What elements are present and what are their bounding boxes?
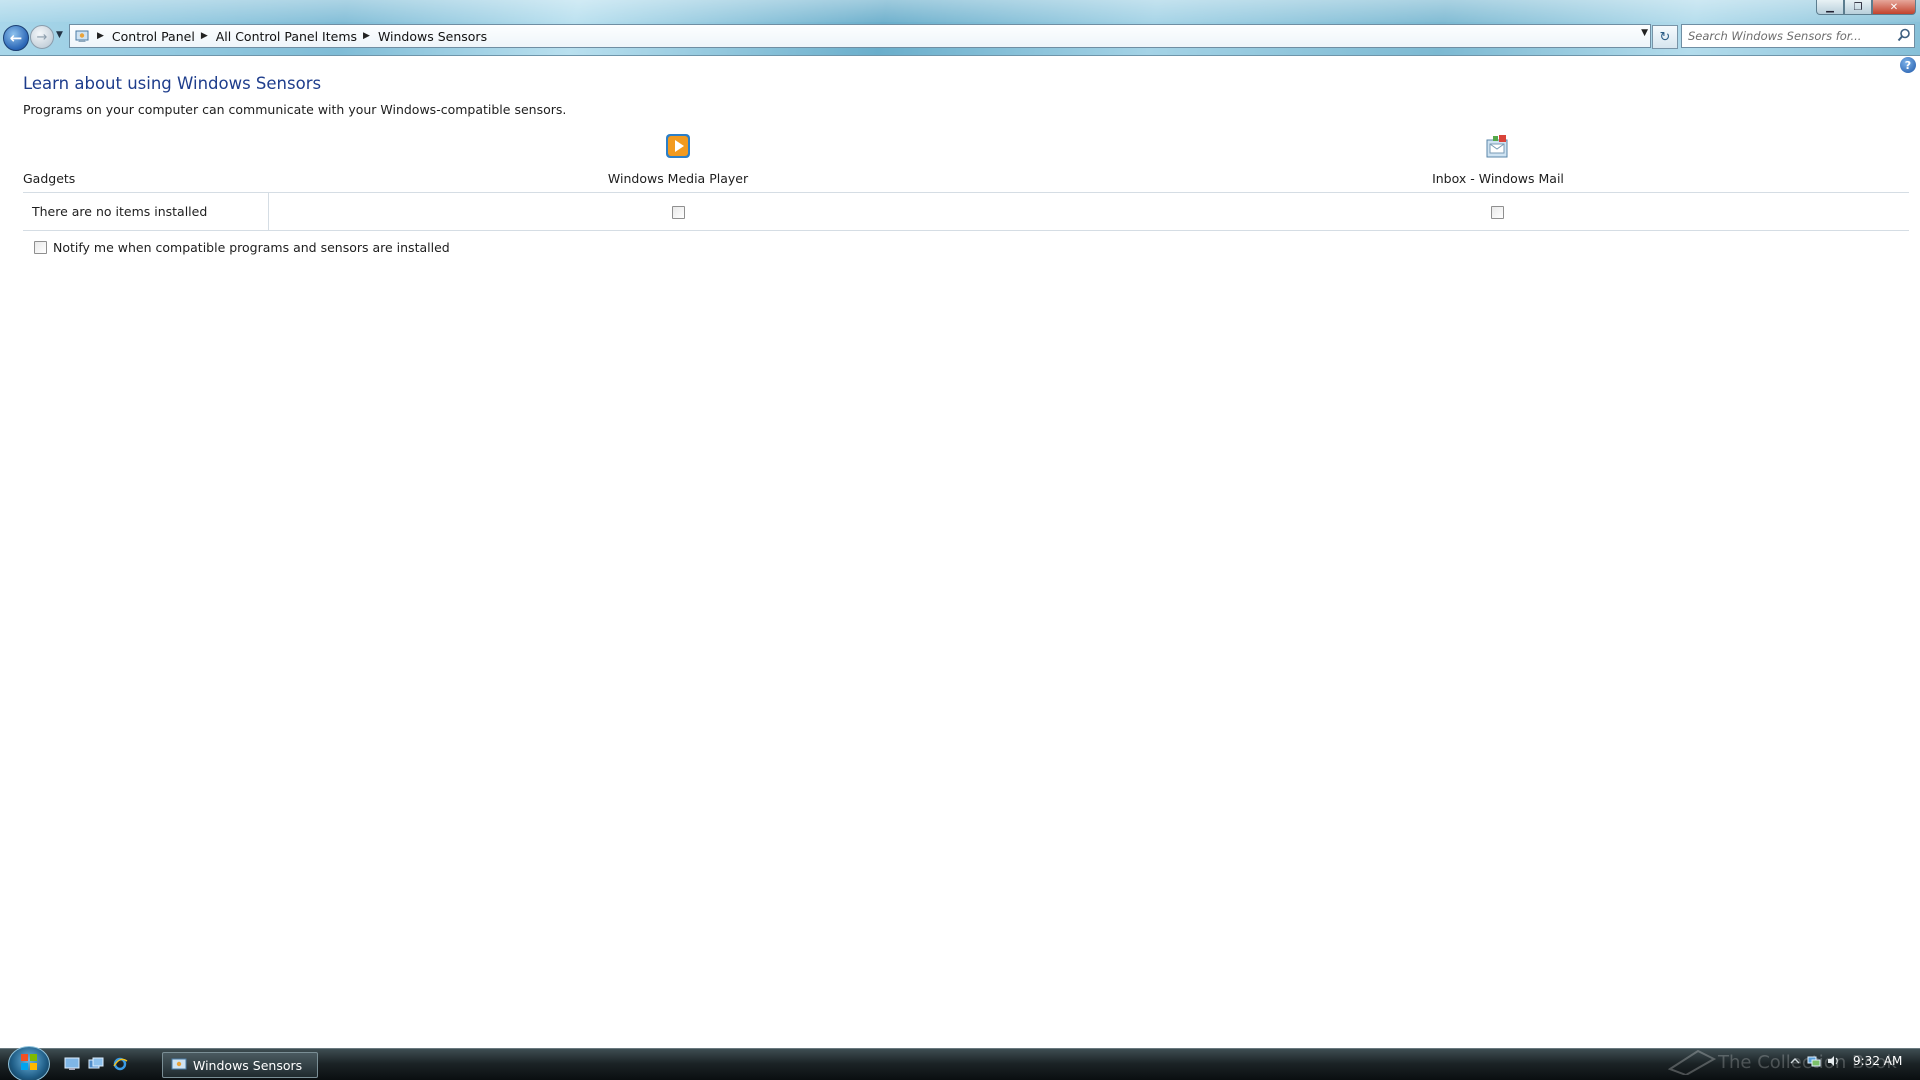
breadcrumb-all-control-panel-items[interactable]: All Control Panel Items [216, 29, 357, 44]
notify-checkbox[interactable] [34, 241, 47, 254]
back-button[interactable]: ← [3, 25, 29, 51]
notify-label[interactable]: Notify me when compatible programs and s… [53, 240, 450, 255]
search-icon[interactable] [1897, 28, 1911, 42]
show-hidden-icons-icon[interactable] [1788, 1054, 1802, 1068]
system-tray: 9:32 AM [1788, 1054, 1902, 1068]
minimize-button[interactable]: ▁ [1816, 0, 1844, 15]
back-arrow-icon: ← [9, 29, 23, 47]
forward-button[interactable]: → [30, 25, 54, 49]
program-name-windows-mail: Inbox - Windows Mail [1432, 171, 1564, 186]
table-divider [23, 192, 1909, 193]
search-box[interactable] [1681, 24, 1915, 48]
page-title: Learn about using Windows Sensors [23, 74, 322, 93]
breadcrumb-control-panel[interactable]: Control Panel [112, 29, 195, 44]
media-player-icon [664, 132, 692, 160]
switch-windows-icon[interactable] [88, 1057, 104, 1071]
internet-explorer-icon[interactable] [112, 1057, 128, 1071]
program-name-media-player: Windows Media Player [607, 171, 749, 186]
volume-icon[interactable] [1826, 1054, 1840, 1068]
control-panel-icon [171, 1058, 187, 1072]
windows-logo-icon [19, 1052, 39, 1076]
clock[interactable]: 9:32 AM [1853, 1054, 1902, 1068]
address-dropdown-icon[interactable]: ▼ [1641, 28, 1648, 38]
address-bar[interactable]: ▶ Control Panel ▶ All Control Panel Item… [69, 24, 1651, 48]
show-desktop-icon[interactable] [64, 1057, 80, 1071]
forward-arrow-icon: → [36, 29, 48, 45]
notify-option[interactable]: Notify me when compatible programs and s… [34, 240, 450, 255]
close-button[interactable]: ✕ [1872, 0, 1916, 15]
windows-mail-icon [1483, 132, 1511, 160]
watermark-book-icon [1667, 1045, 1718, 1080]
title-bar-sheen [0, 0, 1920, 22]
network-icon[interactable] [1807, 1054, 1821, 1068]
table-divider [23, 230, 1909, 231]
breadcrumb-windows-sensors[interactable]: Windows Sensors [378, 29, 487, 44]
windows-mail-sensor-checkbox[interactable] [1491, 206, 1504, 219]
taskbar-item-windows-sensors[interactable]: Windows Sensors [162, 1052, 318, 1078]
control-panel-icon [73, 27, 91, 45]
start-button[interactable] [8, 1046, 50, 1080]
taskbar-item-label: Windows Sensors [193, 1057, 303, 1073]
help-icon[interactable]: ? [1900, 57, 1916, 73]
media-player-sensor-checkbox[interactable] [672, 206, 685, 219]
page-description: Programs on your computer can communicat… [23, 102, 567, 117]
no-items-installed-text: There are no items installed [32, 204, 208, 219]
window-controls: ▁ ❐ ✕ [1816, 0, 1916, 15]
maximize-button[interactable]: ❐ [1844, 0, 1872, 15]
refresh-icon: ↻ [1659, 29, 1671, 45]
refresh-button[interactable]: ↻ [1652, 25, 1678, 49]
desktop-screen: ▁ ❐ ✕ ← → ▼ ▶ Control Panel ▶ All Contro… [0, 0, 1920, 1080]
row-header-gadgets: Gadgets [23, 171, 76, 186]
breadcrumb-separator-icon[interactable]: ▶ [201, 31, 208, 41]
breadcrumb-separator-icon[interactable]: ▶ [363, 31, 370, 41]
breadcrumb-separator-icon[interactable]: ▶ [97, 31, 104, 41]
table-column-divider [268, 193, 269, 230]
recent-pages-dropdown[interactable]: ▼ [56, 30, 66, 42]
search-input[interactable] [1686, 26, 1890, 46]
